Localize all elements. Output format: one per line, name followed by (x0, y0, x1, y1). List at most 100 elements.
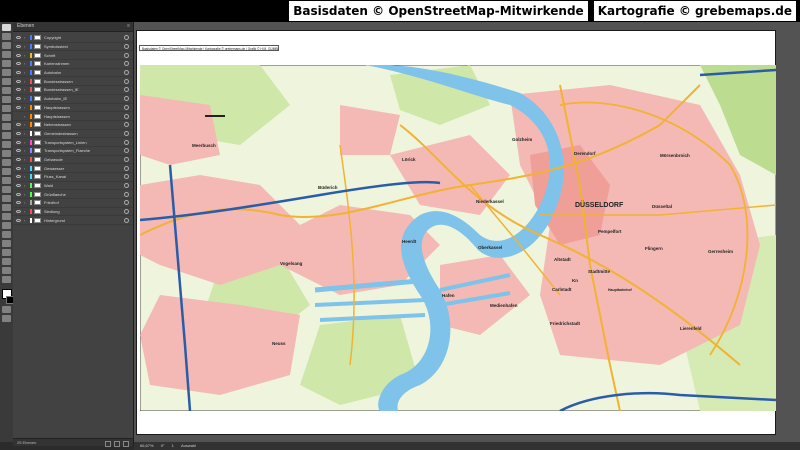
scale-tool-icon[interactable] (2, 150, 11, 157)
target-circle-icon[interactable] (124, 96, 129, 102)
layer-row[interactable]: › Bundesstrassen (13, 77, 133, 87)
visibility-eye-icon[interactable] (16, 88, 21, 92)
layer-row[interactable]: › Wald (13, 182, 133, 191)
target-circle-icon[interactable] (124, 200, 129, 206)
expand-chevron-icon[interactable]: › (24, 122, 28, 127)
hand-tool-icon[interactable] (2, 267, 11, 274)
expand-chevron-icon[interactable]: › (24, 174, 28, 179)
expand-chevron-icon[interactable]: › (24, 209, 28, 214)
visibility-eye-icon[interactable] (16, 175, 21, 179)
shape-builder-tool-icon[interactable] (2, 177, 11, 184)
target-circle-icon[interactable] (124, 209, 129, 215)
expand-chevron-icon[interactable]: › (24, 183, 28, 188)
type-tool-icon[interactable] (2, 78, 11, 85)
layer-row[interactable]: › Siedlung (13, 208, 133, 217)
expand-chevron-icon[interactable]: › (24, 61, 28, 66)
layer-row[interactable]: › Schrift (13, 51, 133, 61)
line-tool-icon[interactable] (2, 87, 11, 94)
visibility-eye-icon[interactable] (16, 79, 21, 83)
target-circle-icon[interactable] (124, 87, 129, 93)
target-circle-icon[interactable] (124, 191, 129, 197)
expand-chevron-icon[interactable]: › (24, 79, 28, 84)
layer-row[interactable]: › Symbolsstext (13, 43, 133, 52)
expand-chevron-icon[interactable]: › (24, 140, 28, 145)
canvas-area[interactable]: Basisdaten © OpenStreetMap-Mitwirkende |… (134, 22, 800, 442)
layer-row[interactable]: › Hauptstrassen (13, 112, 133, 121)
expand-chevron-icon[interactable]: › (24, 131, 28, 136)
layer-row[interactable]: › Gewaesser (13, 164, 133, 173)
visibility-eye-icon[interactable] (16, 192, 21, 196)
slice-tool-icon[interactable] (2, 258, 11, 265)
expand-chevron-icon[interactable]: › (24, 44, 28, 49)
target-circle-icon[interactable] (124, 130, 129, 136)
width-tool-icon[interactable] (2, 159, 11, 166)
visibility-eye-icon[interactable] (16, 45, 21, 49)
visibility-eye-icon[interactable] (16, 201, 21, 205)
layer-row[interactable]: › Autobahn_IE (13, 95, 133, 104)
new-sublayer-icon[interactable] (104, 441, 111, 447)
target-circle-icon[interactable] (124, 183, 129, 189)
visibility-eye-icon[interactable] (16, 166, 21, 170)
layer-row[interactable]: › Gebaeude (13, 156, 133, 165)
artboard-tool-icon[interactable] (2, 249, 11, 256)
eyedropper-tool-icon[interactable] (2, 213, 11, 220)
target-circle-icon[interactable] (124, 148, 129, 154)
layer-row[interactable]: › Fluss_Kanal (13, 173, 133, 182)
layer-row[interactable]: › Autobahn (13, 69, 133, 78)
layer-row[interactable]: › Grünflaeche (13, 190, 133, 200)
layer-row[interactable]: › Friedhof (13, 199, 133, 208)
layer-row[interactable]: › Bundesstrassen_IE (13, 86, 133, 95)
shaper-tool-icon[interactable] (2, 114, 11, 121)
artboard-number[interactable]: 1 (172, 443, 174, 448)
target-circle-icon[interactable] (124, 70, 129, 76)
selection-tool-icon[interactable] (2, 24, 11, 31)
target-circle-icon[interactable] (124, 61, 129, 67)
visibility-eye-icon[interactable] (16, 218, 21, 222)
paintbrush-tool-icon[interactable] (2, 105, 11, 112)
visibility-eye-icon[interactable] (16, 53, 21, 57)
target-circle-icon[interactable] (124, 52, 129, 58)
layer-row[interactable]: › Gemeindestrassen (13, 130, 133, 139)
panel-menu-icon[interactable]: ≡ (127, 22, 130, 31)
visibility-eye-icon[interactable] (16, 71, 21, 75)
target-circle-icon[interactable] (124, 217, 129, 223)
city-map[interactable]: DÜSSELDORF Meerbusch Lörick Büderich Gol… (140, 65, 776, 411)
visibility-eye-icon[interactable] (16, 131, 21, 135)
visibility-eye-icon[interactable] (16, 149, 21, 153)
layer-row[interactable]: › Transportsystem_Linien (13, 138, 133, 147)
expand-chevron-icon[interactable]: › (24, 166, 28, 171)
target-circle-icon[interactable] (124, 156, 129, 162)
target-circle-icon[interactable] (124, 78, 129, 84)
visibility-eye-icon[interactable] (16, 140, 21, 144)
visibility-eye-icon[interactable] (16, 115, 21, 118)
visibility-eye-icon[interactable] (16, 97, 21, 101)
expand-chevron-icon[interactable]: › (24, 200, 28, 205)
free-transform-tool-icon[interactable] (2, 168, 11, 175)
eraser-tool-icon[interactable] (2, 132, 11, 139)
perspective-grid-tool-icon[interactable] (2, 186, 11, 193)
draw-mode-icon[interactable] (2, 306, 11, 313)
visibility-eye-icon[interactable] (16, 123, 21, 127)
mesh-tool-icon[interactable] (2, 195, 11, 202)
layer-row[interactable]: › Nebenstrassen (13, 121, 133, 130)
symbol-sprayer-tool-icon[interactable] (2, 231, 11, 238)
expand-chevron-icon[interactable]: › (24, 192, 28, 197)
target-circle-icon[interactable] (124, 122, 129, 128)
visibility-eye-icon[interactable] (16, 157, 21, 161)
zoom-tool-icon[interactable] (2, 276, 11, 283)
layer-row[interactable]: › Hintergrund (13, 216, 133, 226)
lasso-tool-icon[interactable] (2, 51, 11, 58)
target-circle-icon[interactable] (124, 44, 129, 50)
rotation-angle[interactable]: 0° (161, 443, 165, 448)
curvature-tool-icon[interactable] (2, 69, 11, 76)
visibility-eye-icon[interactable] (16, 62, 21, 66)
pencil-tool-icon[interactable] (2, 123, 11, 130)
target-circle-icon[interactable] (124, 174, 129, 180)
direct-selection-tool-icon[interactable] (2, 33, 11, 40)
artboard[interactable]: Basisdaten © OpenStreetMap-Mitwirkende |… (136, 30, 776, 435)
expand-chevron-icon[interactable]: › (24, 105, 28, 110)
pen-tool-icon[interactable] (2, 60, 11, 67)
zoom-level[interactable]: 66,67% (140, 443, 154, 448)
new-layer-icon[interactable] (113, 441, 120, 447)
gradient-tool-icon[interactable] (2, 204, 11, 211)
